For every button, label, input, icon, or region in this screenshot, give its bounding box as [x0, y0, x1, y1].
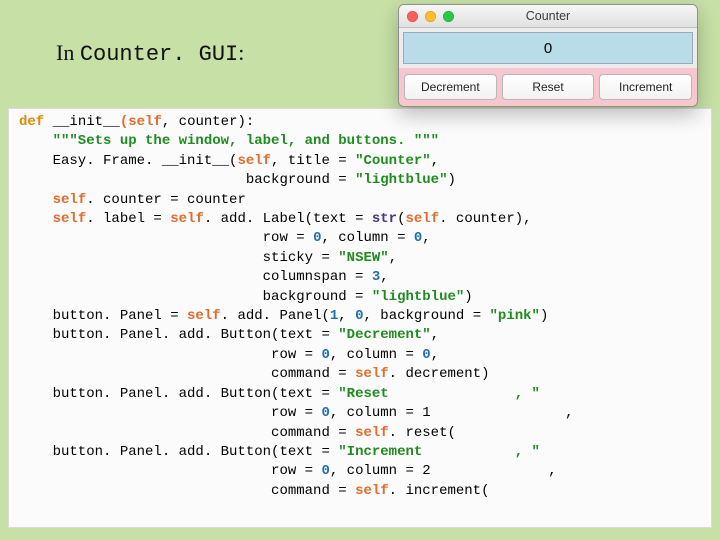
heading-suffix: : [238, 40, 244, 65]
counter-window: Counter 0 Decrement Reset Increment [398, 4, 698, 107]
code-block: def __init__(self, counter): """Sets up … [8, 108, 712, 528]
heading-prefix: In [56, 40, 80, 65]
increment-button[interactable]: Increment [599, 74, 692, 100]
reset-button[interactable]: Reset [502, 74, 595, 100]
window-title: Counter [399, 9, 697, 23]
window-titlebar[interactable]: Counter [399, 5, 697, 28]
button-panel: Decrement Reset Increment [399, 68, 697, 106]
slide-heading: In Counter. GUI: [56, 40, 244, 67]
counter-label: 0 [403, 32, 693, 64]
code-keyword-def: def [19, 114, 44, 130]
decrement-button[interactable]: Decrement [404, 74, 497, 100]
code-docstring: """Sets up the window, label, and button… [19, 133, 439, 149]
heading-classname: Counter. GUI [80, 42, 238, 67]
